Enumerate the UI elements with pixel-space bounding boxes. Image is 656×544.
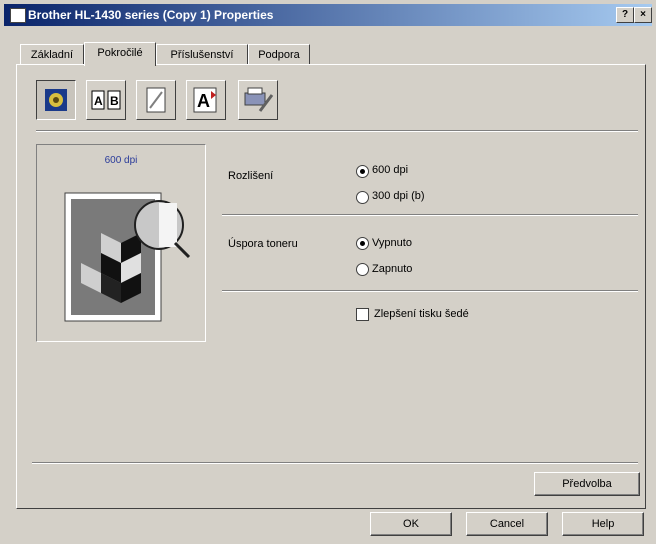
help-title-button[interactable]: ?	[616, 7, 634, 23]
quality-button[interactable]	[36, 80, 76, 120]
font-icon: A	[193, 87, 217, 113]
preview-image	[64, 192, 191, 322]
close-button[interactable]: ×	[634, 7, 652, 23]
radio-toner-off[interactable]	[356, 237, 369, 250]
title-bar: Brother HL-1430 series (Copy 1) Properti…	[4, 4, 652, 26]
watermark-button[interactable]	[136, 80, 176, 120]
default-button[interactable]: Předvolba	[534, 472, 640, 496]
preview-panel: 600 dpi	[36, 144, 206, 342]
toolbar-separator	[36, 130, 638, 132]
duplex-button[interactable]: A B	[86, 80, 126, 120]
radio-600dpi[interactable]	[356, 165, 369, 178]
tab-support[interactable]: Podpora	[248, 44, 310, 65]
radio-toner-on[interactable]	[356, 263, 369, 276]
svg-text:A: A	[94, 94, 103, 108]
device-options-icon	[244, 87, 274, 112]
svg-text:B: B	[110, 94, 119, 108]
radio-toner-off-label[interactable]: Vypnuto	[372, 237, 412, 249]
radio-300dpi-label[interactable]: 300 dpi (b)	[372, 190, 425, 202]
toner-save-label: Úspora toneru	[228, 238, 298, 250]
tab-advanced[interactable]: Pokročilé	[84, 42, 156, 66]
ok-button[interactable]: OK	[370, 512, 452, 536]
improve-gray-checkbox[interactable]	[356, 308, 369, 321]
cancel-button[interactable]: Cancel	[466, 512, 548, 536]
svg-text:A: A	[197, 91, 210, 111]
improve-gray-label[interactable]: Zlepšení tisku šedé	[374, 308, 469, 320]
radio-600dpi-label[interactable]: 600 dpi	[372, 164, 408, 176]
watermark-icon	[146, 87, 166, 113]
preview-resolution-label: 600 dpi	[104, 155, 138, 166]
section-separator-1	[222, 214, 638, 216]
tab-accessories[interactable]: Příslušenství	[156, 44, 248, 65]
resolution-label: Rozlišení	[228, 170, 274, 182]
bottom-separator	[32, 462, 638, 464]
duplex-icon: A B	[91, 90, 121, 110]
section-separator-2	[222, 290, 638, 292]
quality-icon	[45, 89, 67, 111]
window-title: Brother HL-1430 series (Copy 1) Properti…	[28, 8, 274, 22]
help-button[interactable]: Help	[562, 512, 644, 536]
font-button[interactable]: A	[186, 80, 226, 120]
tab-basic[interactable]: Základní	[20, 44, 84, 65]
printer-icon	[10, 8, 26, 23]
radio-300dpi[interactable]	[356, 191, 369, 204]
radio-toner-on-label[interactable]: Zapnuto	[372, 263, 412, 275]
device-options-button[interactable]	[238, 80, 278, 120]
